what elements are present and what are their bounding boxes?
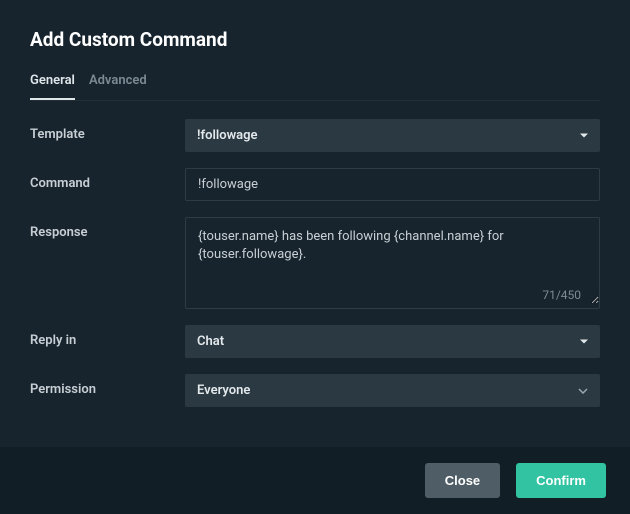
chevron-down-icon xyxy=(580,133,588,138)
template-select-value: !followage xyxy=(197,128,258,143)
tab-general[interactable]: General xyxy=(30,73,75,100)
confirm-button[interactable]: Confirm xyxy=(516,463,606,498)
close-button[interactable]: Close xyxy=(425,463,500,498)
label-permission: Permission xyxy=(30,374,185,397)
modal-body: Add Custom Command General Advanced Temp… xyxy=(0,0,630,447)
row-response: Response 71/450 xyxy=(30,217,600,309)
modal-footer: Close Confirm xyxy=(0,447,630,514)
command-input[interactable] xyxy=(185,168,600,201)
chevron-down-icon xyxy=(580,339,588,344)
reply-in-select[interactable]: Chat xyxy=(185,325,600,358)
label-reply-in: Reply in xyxy=(30,325,185,348)
chevron-down-icon xyxy=(578,388,588,394)
modal-title: Add Custom Command xyxy=(30,28,600,51)
row-permission: Permission Everyone xyxy=(30,374,600,407)
label-response: Response xyxy=(30,217,185,240)
template-select[interactable]: !followage xyxy=(185,119,600,152)
permission-select-value: Everyone xyxy=(197,383,250,398)
row-template: Template !followage xyxy=(30,119,600,152)
row-reply-in: Reply in Chat xyxy=(30,325,600,358)
tab-advanced[interactable]: Advanced xyxy=(89,73,147,100)
label-template: Template xyxy=(30,119,185,142)
add-custom-command-modal: Add Custom Command General Advanced Temp… xyxy=(0,0,630,514)
tabs: General Advanced xyxy=(30,73,600,101)
reply-in-select-value: Chat xyxy=(197,334,224,349)
response-textarea[interactable] xyxy=(186,218,599,304)
label-command: Command xyxy=(30,168,185,191)
permission-select[interactable]: Everyone xyxy=(185,374,600,407)
response-wrap: 71/450 xyxy=(185,217,600,309)
row-command: Command xyxy=(30,168,600,201)
